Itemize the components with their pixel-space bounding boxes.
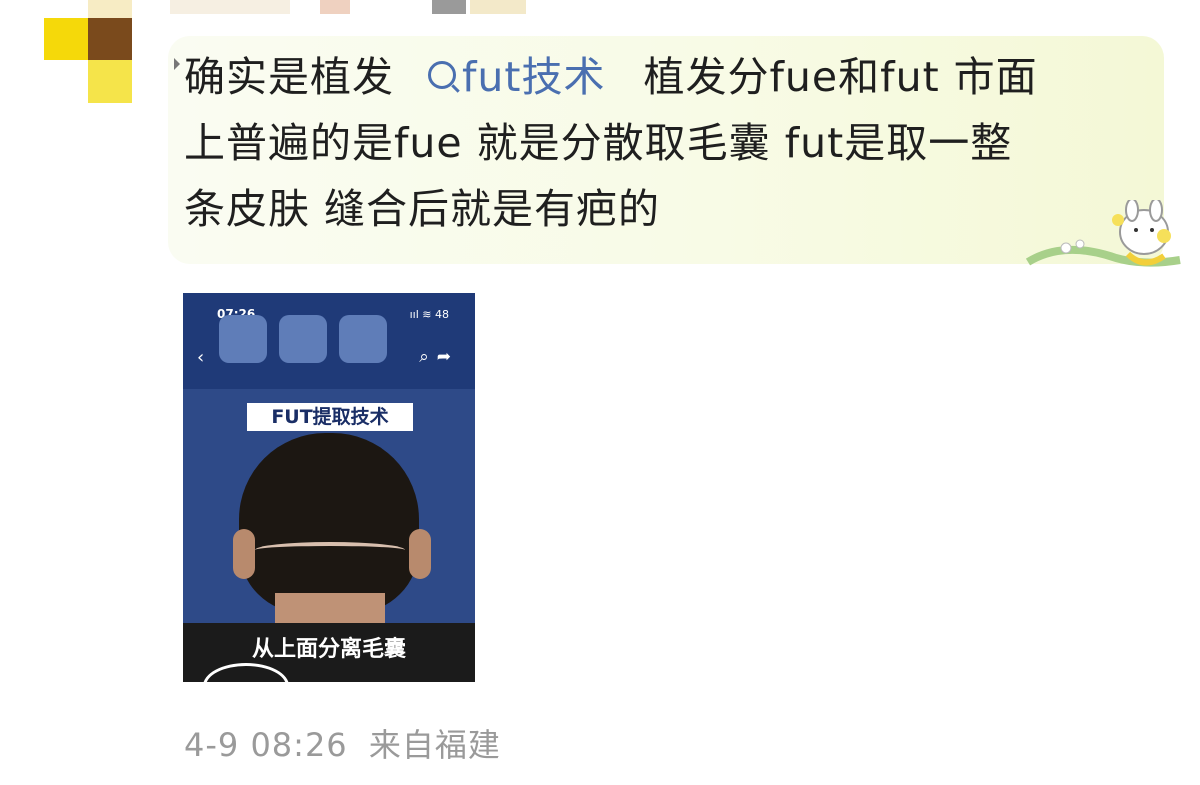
post-location: 来自福建 [368,726,501,764]
message-line-3: 条皮肤 缝合后就是有疤的 [184,185,661,233]
search-share-icons: ⌕➦ [419,347,459,367]
post-timestamp: 4-9 08:26 [184,726,348,764]
ear-illustration [409,529,431,579]
blurred-region [279,315,327,363]
rabbit-sticker-icon [1025,200,1181,267]
video-thumbnail[interactable]: 07:26 ııl ≋ 48 ‹ ⌕➦ FUT提取技术 从上面分离毛囊 [183,293,475,682]
blurred-avatar [219,315,267,363]
head-illustration [239,433,419,613]
blurred-region [339,315,387,363]
previous-content-strip [170,0,530,14]
message-line-1: 确实是植发 fut技术 植发分fue和fut 市面 [184,44,1144,110]
video-caption: 从上面分离毛囊 [251,637,406,662]
back-icon: ‹ [197,347,205,368]
message-text: 确实是植发 fut技术 植发分fue和fut 市面 上普遍的是fue 就是分散取毛囊… [184,44,1144,242]
message-line-2: 上普遍的是fue 就是分散取毛囊 fut是取一整 [184,119,1013,167]
video-title-overlay: FUT提取技术 [247,403,413,431]
ear-illustration [233,529,255,579]
video-top-bar: 07:26 ııl ≋ 48 ‹ ⌕➦ [183,293,475,389]
bubble-tail [174,58,180,70]
search-icon [428,61,456,89]
post-meta: 4-9 08:26 来自福建 [184,720,501,766]
scar-line [255,542,405,558]
video-status-icons: ııl ≋ 48 [409,308,449,321]
message-text-part: 确实是植发 [184,53,394,101]
topic-link[interactable]: fut技术 [428,53,606,101]
topic-link-label: fut技术 [462,53,606,101]
message-text-part: 植发分fue和fut 市面 [643,53,1038,101]
avatar[interactable] [44,0,132,103]
